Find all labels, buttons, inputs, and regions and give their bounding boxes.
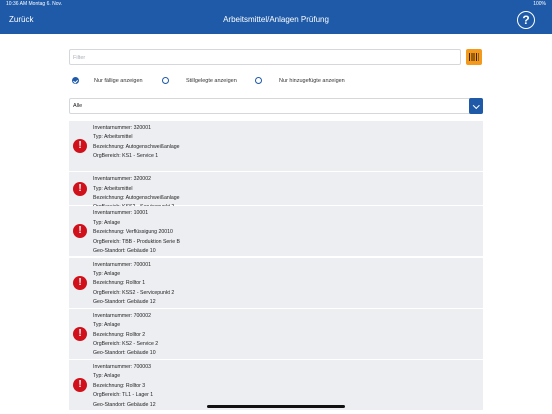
warning-icon: ! — [73, 275, 87, 290]
equipment-list: ! Inventarnummer: 320001 Typ: Arbeitsmit… — [69, 121, 483, 411]
radio-checked-icon[interactable] — [72, 77, 79, 84]
category-select[interactable]: Alle — [69, 98, 483, 114]
item-org-area: OrgBereich: KS1 - Service 1 — [93, 153, 159, 160]
filter-field[interactable] — [69, 49, 461, 65]
page-title: Arbeitsmittel/Anlagen Prüfung — [223, 15, 329, 24]
item-type: Typ: Anlage — [93, 270, 121, 277]
item-inventory-number: Inventarnummer: 700002 — [93, 312, 151, 319]
item-designation: Bezeichnung: Rolltor 1 — [93, 280, 146, 287]
warning-icon: ! — [73, 326, 87, 341]
list-item[interactable]: ! Inventarnummer: 700003 Typ: Anlage Bez… — [69, 359, 483, 410]
item-inventory-number: Inventarnummer: 700003 — [93, 363, 151, 370]
item-type: Typ: Arbeitsmittel — [93, 134, 133, 141]
barcode-icon — [469, 53, 479, 61]
item-org-area: OrgBereich: KSS2 - Servicepunkt 2 — [93, 289, 175, 296]
item-org-area: OrgBereich: TL1 - Lager 1 — [93, 392, 154, 399]
list-item[interactable]: ! Inventarnummer: 320002 Typ: Arbeitsmit… — [69, 172, 483, 210]
item-inventory-number: Inventarnummer: 10001 — [93, 210, 149, 217]
item-designation: Bezeichnung: Verflüssigung 20010 — [93, 229, 173, 236]
list-item[interactable]: ! Inventarnummer: 700001 Typ: Anlage Bez… — [69, 257, 483, 308]
item-inventory-number: Inventarnummer: 700001 — [93, 261, 151, 268]
item-org-area: OrgBereich: TBB - Produktion Serie B — [93, 238, 180, 245]
item-designation: Bezeichnung: Rolltor 2 — [93, 331, 146, 338]
barcode-scanner-button[interactable] — [466, 49, 482, 65]
home-indicator[interactable] — [207, 405, 345, 408]
filter-input[interactable] — [73, 53, 453, 62]
item-geo-location: Geo-Standort: Gebäude 10 — [93, 248, 156, 254]
select-value: Alle — [73, 103, 83, 109]
item-geo-location: Geo-Standort: Gebäude 10 — [93, 350, 156, 357]
item-type: Typ: Anlage — [93, 219, 121, 226]
item-inventory-number: Inventarnummer: 320001 — [93, 125, 151, 131]
radio-label-only-added: Nur hinzugefügte anzeigen — [279, 78, 345, 84]
item-geo-location: Geo-Standort: Gebäude 12 — [93, 401, 156, 408]
navigation-bar: Zurück Arbeitsmittel/Anlagen Prüfung ? — [0, 8, 552, 34]
warning-icon: ! — [73, 224, 87, 239]
item-type: Typ: Arbeitsmittel — [93, 185, 133, 192]
item-inventory-number: Inventarnummer: 320002 — [93, 176, 151, 183]
item-designation: Bezeichnung: Rolltor 3 — [93, 382, 146, 389]
list-item[interactable]: ! Inventarnummer: 320001 Typ: Arbeitsmit… — [69, 121, 483, 171]
item-type: Typ: Anlage — [93, 373, 121, 380]
warning-icon: ! — [73, 377, 87, 392]
item-org-area: OrgBereich: KS2 - Service 2 — [93, 340, 159, 347]
chevron-down-icon[interactable] — [469, 98, 483, 114]
status-bar: 10:36 AM Montag 6. Nov. 100% — [0, 0, 552, 8]
warning-icon: ! — [73, 139, 87, 153]
item-designation: Bezeichnung: Autogenschweißanlage — [93, 195, 180, 201]
item-designation: Bezeichnung: Autogenschweißanlage — [93, 143, 180, 150]
item-type: Typ: Anlage — [93, 322, 121, 329]
radio-label-only-due: Nur fällige anzeigen — [94, 78, 143, 84]
list-item[interactable]: ! Inventarnummer: 700002 Typ: Anlage Bez… — [69, 308, 483, 359]
radio-unchecked-icon[interactable] — [255, 77, 262, 84]
item-geo-location: Geo-Standort: Gebäude 12 — [93, 299, 156, 306]
radio-label-decommissioned: Stillgelegte anzeigen — [186, 78, 237, 84]
list-item[interactable]: ! Inventarnummer: 10001 Typ: Anlage Beze… — [69, 206, 483, 257]
warning-icon: ! — [73, 181, 87, 196]
radio-unchecked-icon[interactable] — [162, 77, 169, 84]
battery-level: 100% — [533, 1, 546, 7]
status-time-date: 10:36 AM Montag 6. Nov. — [6, 1, 63, 7]
help-icon[interactable]: ? — [517, 11, 535, 29]
